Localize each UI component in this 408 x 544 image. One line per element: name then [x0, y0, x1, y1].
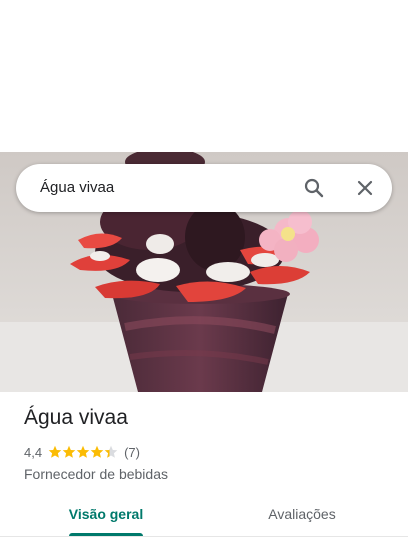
- star-icon: [90, 445, 104, 458]
- tab-reviews[interactable]: Avaliações: [250, 492, 354, 536]
- close-icon[interactable]: [353, 176, 377, 200]
- rating-row[interactable]: 4,4 (7): [24, 442, 384, 462]
- rating-value: 4,4: [24, 444, 43, 460]
- map-blank-area: [0, 0, 408, 152]
- place-category[interactable]: Fornecedor de bebidas: [24, 464, 384, 484]
- star-icon: [104, 445, 118, 458]
- tab-overview[interactable]: Visão geral: [58, 492, 154, 536]
- star-icon: [62, 445, 76, 458]
- search-icon[interactable]: [302, 176, 326, 200]
- star-icon: [76, 445, 90, 458]
- place-info: Água vivaa 4,4 (7) Fornecedor de bebidas: [24, 404, 384, 484]
- star-icon: [48, 445, 62, 458]
- review-count[interactable]: (7): [124, 445, 140, 460]
- search-input[interactable]: Água vivaa: [40, 164, 114, 212]
- place-tabs: Visão geral Avaliações: [0, 492, 408, 544]
- search-bar[interactable]: Água vivaa: [16, 164, 392, 212]
- tabs-divider: [0, 536, 408, 537]
- place-title: Água vivaa: [24, 406, 128, 429]
- rating-stars: [48, 445, 118, 459]
